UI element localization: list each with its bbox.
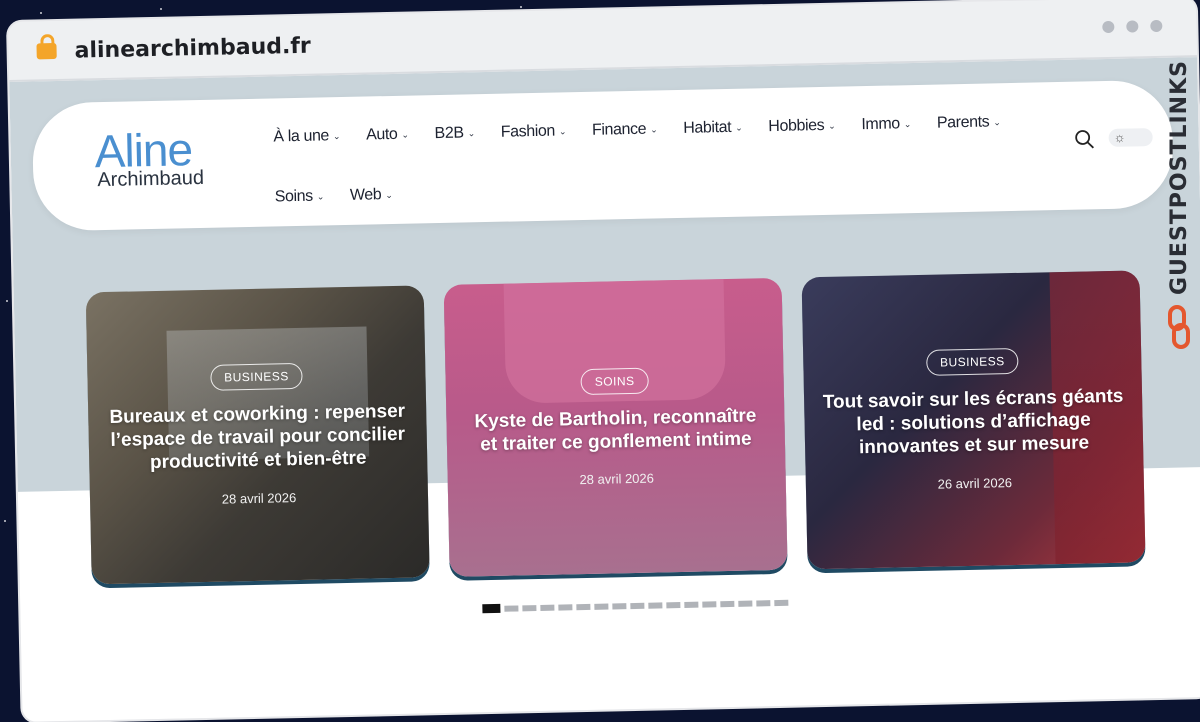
featured-card[interactable]: BUSINESS Tout savoir sur les écrans géan…: [801, 270, 1146, 570]
theme-toggle[interactable]: ☼: [1108, 128, 1153, 147]
pagination-dot[interactable]: [720, 600, 735, 607]
link-chain-icon: [1168, 305, 1190, 349]
nav-item-hobbies[interactable]: Hobbies ⌄: [755, 108, 849, 144]
nav-item-finance[interactable]: Finance ⌄: [579, 112, 671, 148]
nav-item-immo[interactable]: Immo ⌄: [848, 107, 924, 143]
chevron-down-icon: ⌄: [735, 122, 743, 133]
nav-item-label: À la une: [273, 127, 330, 146]
chevron-down-icon: ⌄: [650, 123, 658, 135]
nav-item-auto[interactable]: Auto ⌄: [353, 117, 422, 152]
nav-item-label: Finance: [591, 120, 647, 139]
nav-item-label: Soins: [274, 187, 313, 206]
chevron-down-icon: ⌄: [558, 125, 567, 136]
sun-icon: ☼: [1113, 129, 1126, 145]
side-brand: GUESTPOSTLINKS: [1162, 60, 1196, 360]
chevron-down-icon: ⌄: [385, 189, 393, 200]
card-overlay: BUSINESS Tout savoir sur les écrans géan…: [802, 270, 1146, 569]
address-bar[interactable]: alinearchimbaud.fr: [74, 34, 311, 64]
window-dot-icon[interactable]: [1150, 19, 1163, 33]
chevron-down-icon: ⌄: [903, 118, 912, 129]
featured-card[interactable]: BUSINESS Bureaux et coworking : repenser…: [85, 285, 430, 585]
pagination-dot[interactable]: [482, 603, 501, 614]
page-viewport: Aline Archimbaud À la une ⌄ Auto ⌄ B2B ⌄ Fa…: [9, 57, 1200, 722]
card-overlay: SOINS Kyste de Bartholin, reconnaître et…: [444, 278, 788, 577]
nav-item-label: Auto: [365, 125, 398, 144]
pagination-dot[interactable]: [630, 602, 645, 609]
nav-item-parents[interactable]: Parents ⌄: [924, 105, 1014, 141]
carousel-pagination: [482, 598, 789, 614]
pagination-dot[interactable]: [666, 601, 681, 608]
window-dot-icon[interactable]: [1126, 20, 1139, 33]
pagination-dot[interactable]: [540, 604, 555, 611]
card-date: 26 avril 2026: [937, 474, 1013, 492]
chevron-down-icon: ⌄: [993, 116, 1001, 127]
pagination-dot[interactable]: [612, 602, 627, 609]
nav-item-label: Web: [349, 186, 382, 204]
nav-item-habitat[interactable]: Habitat ⌄: [670, 110, 756, 146]
site-logo[interactable]: Aline Archimbaud: [94, 123, 205, 192]
nav-item-fashion[interactable]: Fashion ⌄: [487, 114, 579, 150]
card-title[interactable]: Bureaux et coworking : repenser l’espace…: [106, 401, 409, 476]
chevron-down-icon: ⌄: [316, 190, 325, 202]
category-badge[interactable]: BUSINESS: [925, 348, 1019, 377]
card-title[interactable]: Kyste de Bartholin, reconnaître et trait…: [464, 405, 767, 457]
chevron-down-icon: ⌄: [401, 129, 409, 140]
nav-item-soins[interactable]: Soins ⌄: [261, 179, 337, 215]
pagination-dot[interactable]: [648, 601, 663, 609]
pagination-dot[interactable]: [522, 604, 537, 611]
nav-item-label: Habitat: [683, 118, 732, 137]
card-date: 28 avril 2026: [221, 489, 297, 507]
featured-carousel: BUSINESS Bureaux et coworking : repenser…: [85, 270, 1162, 592]
chevron-down-icon: ⌄: [828, 120, 836, 131]
nav-item-b2b[interactable]: B2B ⌄: [421, 116, 488, 151]
browser-window: alinearchimbaud.fr Aline Archimbaud À la…: [8, 0, 1200, 722]
logo-line-2: Archimbaud: [97, 166, 205, 192]
nav-item-label: Immo: [861, 115, 900, 134]
nav-item-label: Hobbies: [768, 116, 825, 136]
pagination-dot[interactable]: [756, 599, 771, 606]
nav-item-label: Parents: [936, 113, 990, 132]
nav-item-label: Fashion: [500, 122, 556, 141]
card-title[interactable]: Tout savoir sur les écrans géants led : …: [822, 386, 1125, 461]
pagination-dot[interactable]: [702, 600, 717, 608]
nav-item-a-la-une[interactable]: À la une ⌄: [260, 119, 353, 155]
featured-card[interactable]: SOINS Kyste de Bartholin, reconnaître et…: [443, 277, 788, 577]
pagination-dot[interactable]: [684, 601, 699, 608]
pagination-dot[interactable]: [738, 600, 753, 607]
nav-item-web[interactable]: Web ⌄: [337, 178, 406, 213]
lock-icon: [36, 42, 57, 60]
pagination-dot[interactable]: [558, 603, 573, 611]
card-date: 28 avril 2026: [579, 470, 655, 488]
chevron-down-icon: ⌄: [332, 130, 341, 141]
card-overlay: BUSINESS Bureaux et coworking : repenser…: [86, 285, 430, 584]
search-icon[interactable]: [1074, 129, 1094, 149]
pagination-dot[interactable]: [576, 603, 591, 610]
pagination-dot[interactable]: [504, 604, 519, 612]
main-nav: À la une ⌄ Auto ⌄ B2B ⌄ Fashion ⌄ Finance ⌄ H…: [260, 104, 1042, 214]
pagination-dot[interactable]: [594, 603, 609, 610]
nav-item-label: B2B: [434, 124, 464, 143]
chevron-down-icon: ⌄: [467, 127, 475, 138]
pagination-dot[interactable]: [774, 599, 789, 606]
category-badge[interactable]: BUSINESS: [209, 363, 304, 392]
brand-text: GUESTPOSTLINKS: [1166, 60, 1192, 295]
window-dot-icon[interactable]: [1102, 20, 1115, 34]
site-header: Aline Archimbaud À la une ⌄ Auto ⌄ B2B ⌄ Fa…: [31, 79, 1175, 232]
window-controls: [1102, 19, 1163, 34]
category-badge[interactable]: SOINS: [580, 367, 649, 395]
